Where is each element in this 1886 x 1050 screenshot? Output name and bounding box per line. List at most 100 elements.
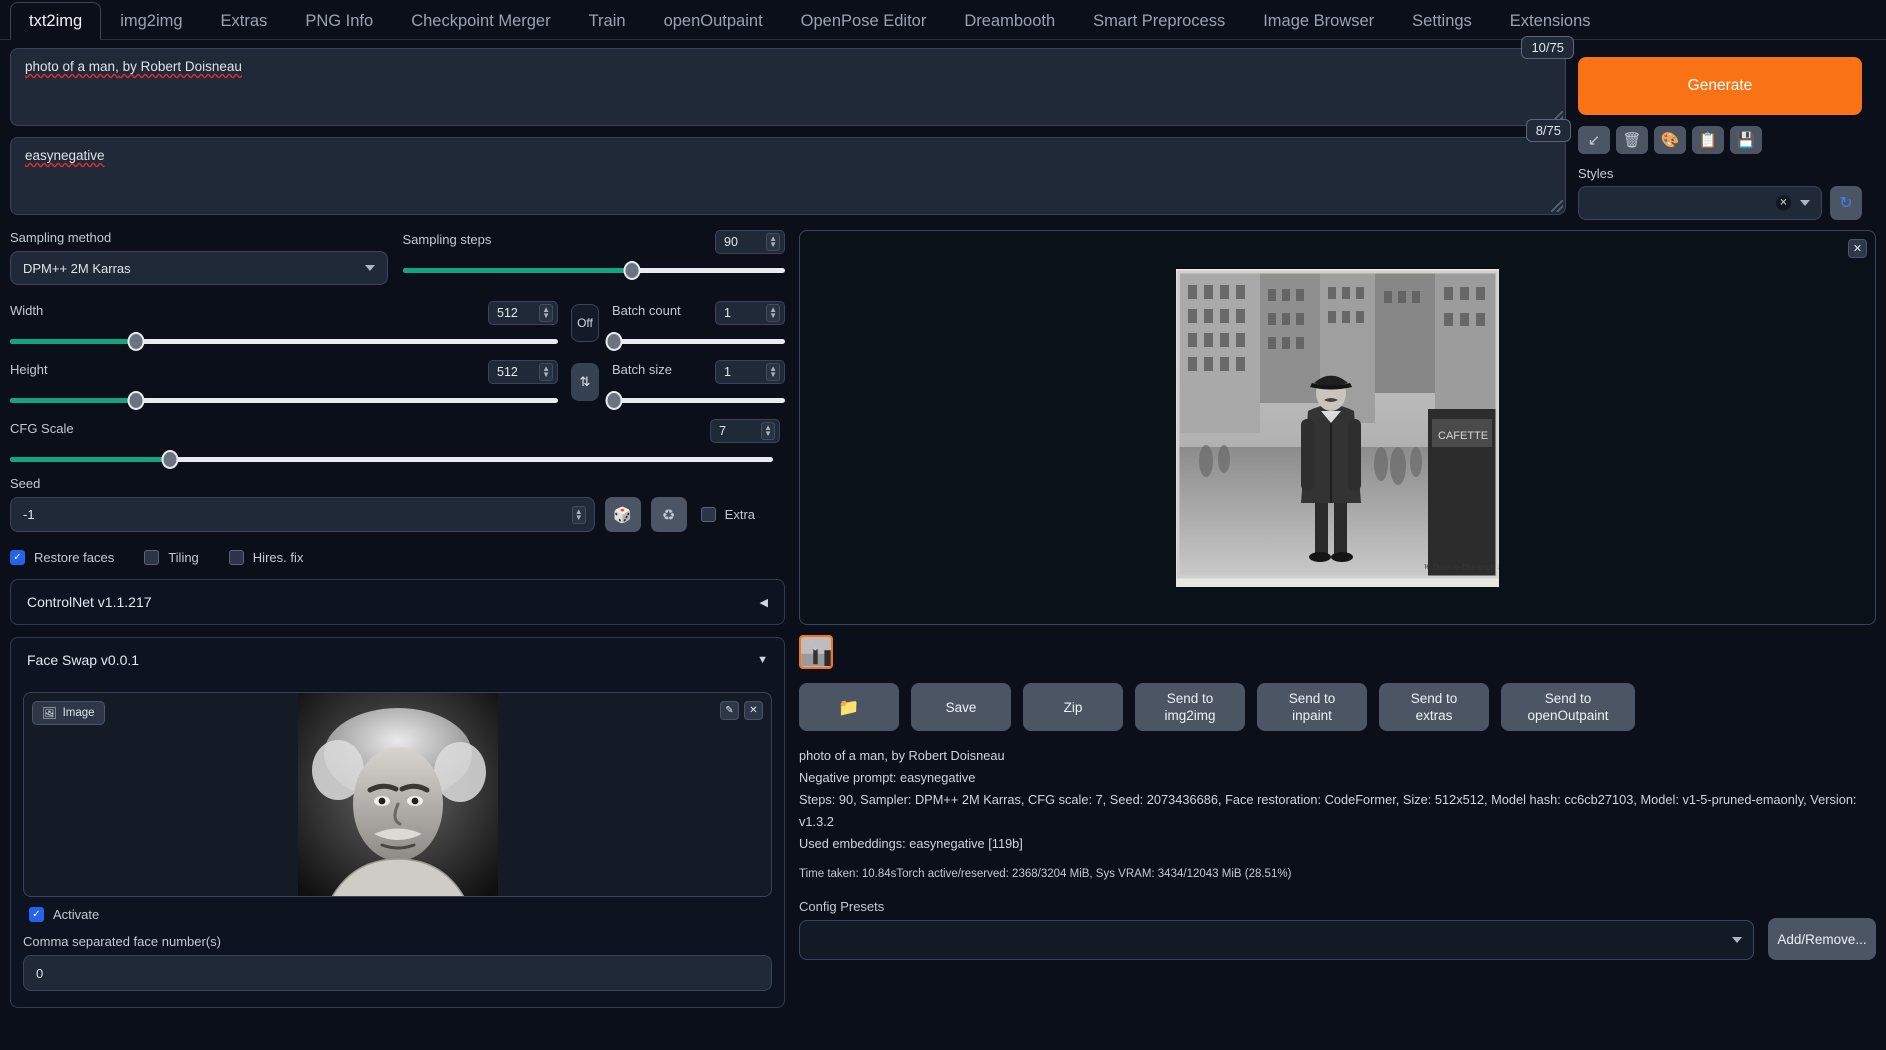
positive-prompt-input[interactable]: photo of a man, by Robert Doisneau [10, 48, 1566, 126]
refresh-icon[interactable]: ↻ [1830, 186, 1862, 220]
result-gallery[interactable]: ✕ CAFETTE W. Doisneau-Photographie [799, 230, 1876, 625]
activate-row[interactable]: ✓ Activate [29, 907, 772, 922]
face-numbers-value: 0 [36, 965, 44, 981]
tab-image-browser[interactable]: Image Browser [1244, 2, 1393, 40]
add-remove-button[interactable]: Add/Remove... [1768, 918, 1876, 960]
batch-size-number[interactable]: 1 ▲ ▼ [715, 360, 785, 384]
batch-size-label: Batch size [612, 361, 672, 377]
clipboard-icon[interactable]: 📋 [1692, 126, 1724, 154]
faceswap-title: Face Swap v0.0.1 [27, 652, 140, 668]
arrow-down-left-icon[interactable]: ↙ [1578, 126, 1610, 154]
height-number[interactable]: 512 ▲ ▼ [488, 360, 558, 384]
tiling-checkbox[interactable] [144, 550, 160, 565]
extra-seed-checkbox-row[interactable]: Extra [700, 507, 755, 522]
faceswap-image-dropzone[interactable]: 🖼 Image ✎ ✕ [23, 692, 772, 897]
styles-dropdown[interactable]: ✕ [1578, 186, 1822, 220]
batch-size-slider[interactable] [605, 391, 785, 410]
stepper-icon[interactable]: ▲ ▼ [539, 304, 553, 322]
stepper-icon[interactable]: ▲ ▼ [571, 505, 586, 524]
stepper-icon[interactable]: ▲ ▼ [766, 304, 780, 322]
negative-prompt-input[interactable]: easynegative [10, 137, 1566, 215]
sampling-method-select[interactable]: DPM++ 2M Karras [10, 251, 388, 285]
trash-icon[interactable]: 🗑 [1616, 126, 1648, 154]
resize-grip-icon[interactable] [1551, 200, 1563, 212]
seed-row: -1 ▲ ▼ 🎲 ♻ Extra [10, 497, 785, 532]
tab-txt2img[interactable]: txt2img [10, 2, 102, 40]
sampling-steps-number[interactable]: 90 ▲ ▼ [715, 230, 785, 254]
open-folder-button[interactable]: 📁 [799, 683, 899, 731]
close-icon[interactable]: ✕ [1848, 239, 1867, 258]
zip-button[interactable]: Zip [1023, 683, 1123, 731]
batch-count-slider[interactable] [605, 332, 785, 351]
extra-label: Extra [724, 507, 755, 522]
width-value: 512 [497, 306, 518, 320]
controlnet-accordion[interactable]: ControlNet v1.1.217 ◀ [10, 579, 785, 625]
hires-fix-row[interactable]: Hires. fix [228, 550, 304, 565]
send-to-extras-button[interactable]: Send to extras [1379, 683, 1489, 731]
dice-random-seed-icon[interactable]: 🎲 [604, 497, 641, 532]
sampling-steps-slider[interactable] [402, 261, 785, 280]
tab-png-info[interactable]: PNG Info [286, 2, 392, 40]
activate-checkbox[interactable]: ✓ [29, 907, 44, 922]
batch-count-value: 1 [724, 306, 731, 320]
chevron-down-icon[interactable] [1732, 937, 1742, 943]
seed-input[interactable]: -1 ▲ ▼ [10, 497, 595, 532]
chevron-down-icon[interactable] [1800, 200, 1810, 206]
chevron-left-icon[interactable]: ◀ [760, 596, 768, 609]
tiling-row[interactable]: Tiling [144, 550, 199, 565]
batch-count-label: Batch count [612, 302, 681, 318]
edit-icon[interactable]: ✎ [720, 701, 739, 720]
stepper-icon[interactable]: ▲ ▼ [766, 233, 780, 251]
sampling-steps-value: 90 [724, 235, 738, 249]
tab-openpose-editor[interactable]: OpenPose Editor [782, 2, 946, 40]
close-icon[interactable]: ✕ [1776, 195, 1791, 211]
close-icon[interactable]: ✕ [744, 701, 763, 720]
result-actions-row: 📁 Save Zip Send to img2img Send to inpaint… [799, 683, 1876, 731]
tab-extensions[interactable]: Extensions [1491, 2, 1610, 40]
send-inpaint-line2: inpaint [1292, 708, 1332, 723]
face-numbers-input[interactable]: 0 [23, 955, 772, 991]
restore-faces-row[interactable]: ✓ Restore faces [10, 550, 114, 565]
generated-image[interactable]: CAFETTE W. Doisneau-Photographie [1176, 268, 1499, 587]
recycle-seed-icon[interactable]: ♻ [650, 497, 687, 532]
width-number[interactable]: 512 ▲ ▼ [488, 301, 558, 325]
gallery-thumbnail[interactable] [799, 635, 833, 669]
tab-img2img[interactable]: img2img [101, 2, 201, 40]
height-slider[interactable] [10, 391, 558, 410]
send-to-openoutpaint-button[interactable]: Send to openOutpaint [1501, 683, 1635, 731]
tab-openoutpaint[interactable]: openOutpaint [645, 2, 782, 40]
batch-count-number[interactable]: 1 ▲ ▼ [715, 301, 785, 325]
palette-icon[interactable]: 🎨 [1654, 126, 1686, 154]
batch-size-group: Batch size 1 ▲ ▼ [605, 360, 785, 410]
tab-checkpoint-merger[interactable]: Checkpoint Merger [392, 2, 569, 40]
restore-faces-checkbox[interactable]: ✓ [10, 550, 25, 565]
stepper-icon[interactable]: ▲ ▼ [766, 363, 780, 381]
tab-smart-preprocess[interactable]: Smart Preprocess [1074, 2, 1244, 40]
cfg-slider[interactable] [10, 450, 773, 469]
tab-settings[interactable]: Settings [1393, 2, 1491, 40]
hires-fix-checkbox[interactable] [228, 550, 244, 565]
cfg-number[interactable]: 7 ▲ ▼ [710, 419, 780, 443]
chevron-down-icon [364, 265, 375, 271]
chevron-down-icon[interactable]: ▼ [757, 654, 768, 666]
swap-dimensions-icon[interactable]: ⇅ [571, 363, 599, 401]
stepper-icon[interactable]: ▲ ▼ [539, 363, 553, 381]
config-presets-dropdown[interactable] [799, 920, 1754, 960]
save-button[interactable]: Save [911, 683, 1011, 731]
width-slider[interactable] [10, 332, 558, 351]
faceswap-accordion[interactable]: Face Swap v0.0.1 ▼ [10, 637, 785, 682]
floppy-save-icon[interactable]: 💾 [1730, 126, 1762, 154]
main-tabbar: txt2img img2img Extras PNG Info Checkpoi… [0, 0, 1886, 40]
tab-train[interactable]: Train [570, 2, 645, 40]
config-presets-value [800, 933, 812, 948]
hires-fix-label: Hires. fix [252, 550, 304, 565]
stepper-icon[interactable]: ▲ ▼ [761, 422, 775, 440]
tab-dreambooth[interactable]: Dreambooth [945, 2, 1074, 40]
aspect-lock-off-button[interactable]: Off [571, 304, 599, 342]
tab-extras[interactable]: Extras [202, 2, 287, 40]
image-tag-label: Image [62, 707, 95, 719]
generate-button[interactable]: Generate [1578, 57, 1862, 115]
send-to-inpaint-button[interactable]: Send to inpaint [1257, 683, 1367, 731]
send-to-img2img-button[interactable]: Send to img2img [1135, 683, 1245, 731]
extra-checkbox[interactable] [700, 507, 716, 522]
